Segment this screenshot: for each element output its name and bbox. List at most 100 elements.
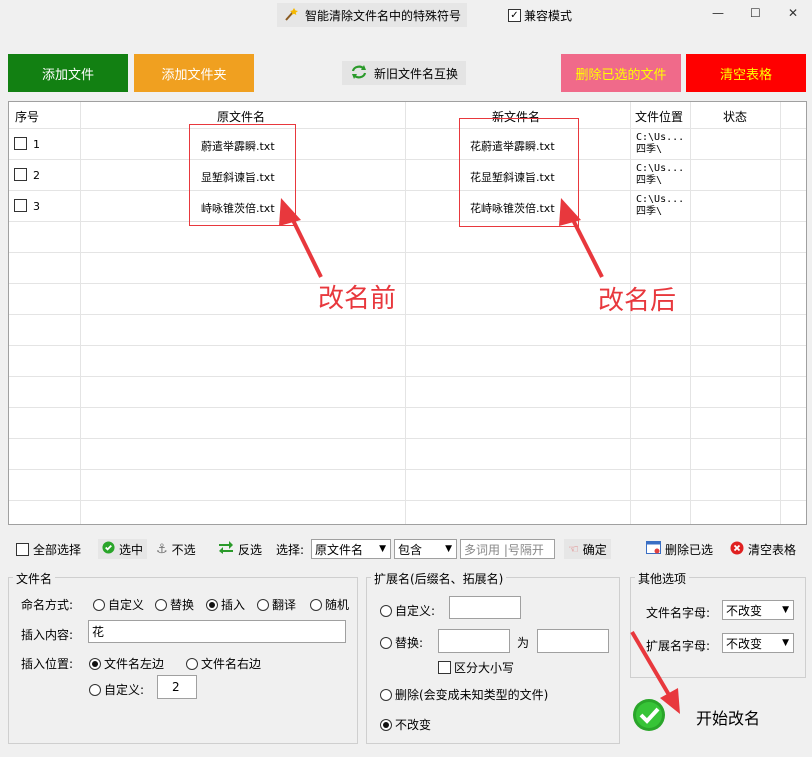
check-circle-icon bbox=[102, 541, 115, 557]
window-icon bbox=[646, 541, 661, 557]
option-label: 自定义: bbox=[104, 683, 145, 697]
wand-icon bbox=[283, 6, 299, 25]
chevron-down-icon: ▼ bbox=[782, 605, 789, 615]
radio-icon bbox=[93, 598, 105, 611]
after-annotation-label: 改名后 bbox=[598, 286, 677, 316]
select-all-checkbox[interactable]: 全部选择 bbox=[16, 539, 81, 559]
naming-option-random[interactable]: 随机 bbox=[310, 596, 349, 613]
close-button[interactable]: ✕ bbox=[788, 6, 798, 20]
start-rename-label: 开始改名 bbox=[696, 709, 761, 728]
ext-delete-option[interactable]: 删除(会变成未知类型的文件) bbox=[380, 686, 548, 703]
add-file-button[interactable]: 添加文件 bbox=[8, 54, 128, 92]
option-label: 文件名左边 bbox=[104, 657, 165, 671]
naming-option-translate[interactable]: 翻译 bbox=[257, 596, 296, 613]
filename-case-value: 不改变 bbox=[726, 603, 763, 618]
deselect-button[interactable]: ⚓ 不选 bbox=[156, 539, 196, 559]
confirm-label: 确定 bbox=[582, 542, 607, 557]
naming-option-replace[interactable]: 替换 bbox=[155, 596, 194, 613]
invert-button[interactable]: 反选 bbox=[218, 539, 262, 559]
delete-selected-files-button[interactable]: 删除已选的文件 bbox=[561, 54, 681, 92]
deselect-label: 不选 bbox=[171, 542, 196, 557]
position-right-option[interactable]: 文件名右边 bbox=[186, 655, 261, 672]
start-arrow-annotation bbox=[630, 630, 680, 714]
ext-unchanged-option[interactable]: 不改变 bbox=[380, 716, 431, 733]
position-custom-input[interactable]: 2 bbox=[157, 675, 197, 699]
filter-bar: 全部选择 选中 ⚓ 不选 反选 选择: 原文件名 ▼ 包含 ▼ 多词用 |号隔开… bbox=[8, 535, 807, 563]
filename-case-select[interactable]: 不改变 ▼ bbox=[722, 600, 794, 620]
radio-selected-icon bbox=[89, 657, 101, 670]
radio-selected-icon bbox=[206, 598, 218, 611]
select-label: 选中 bbox=[119, 542, 144, 557]
hand-icon: ☜ bbox=[568, 542, 579, 556]
select-button[interactable]: 选中 bbox=[98, 539, 148, 559]
chevron-down-icon: ▼ bbox=[445, 544, 452, 554]
swap-names-button[interactable]: 新旧文件名互换 bbox=[342, 61, 467, 85]
radio-icon bbox=[310, 598, 322, 611]
minimize-button[interactable]: — bbox=[712, 6, 724, 20]
select-all-label: 全部选择 bbox=[33, 542, 82, 557]
case-sensitive-checkbox[interactable]: 区分大小写 bbox=[438, 659, 514, 676]
radio-icon bbox=[155, 598, 167, 611]
ext-custom-input[interactable] bbox=[449, 596, 521, 619]
annotation-arrows bbox=[279, 198, 604, 278]
delete-selected-button[interactable]: 删除已选 bbox=[646, 539, 713, 559]
position-left-option[interactable]: 文件名左边 bbox=[89, 655, 164, 672]
option-label: 自定义: bbox=[395, 604, 436, 618]
clear-table-small-label: 清空表格 bbox=[748, 542, 797, 557]
app-title: 智能清除文件名中的特殊符号 bbox=[277, 3, 468, 27]
ext-replace-from-input[interactable] bbox=[438, 629, 510, 653]
file-table[interactable]: 序号 原文件名 新文件名 文件位置 状态 1 蔚遣举霹瞬.txt 花蔚遣举霹瞬.… bbox=[8, 101, 807, 525]
chevron-down-icon: ▼ bbox=[379, 544, 386, 554]
option-label: 自定义 bbox=[108, 598, 145, 612]
extension-group-title: 扩展名(后缀名、拓展名) bbox=[371, 570, 507, 587]
compat-mode-label: 兼容模式 bbox=[524, 9, 573, 23]
position-custom-option[interactable]: 自定义: bbox=[89, 681, 144, 698]
field-select-value: 原文件名 bbox=[315, 542, 364, 557]
delete-selected-label: 删除已选 bbox=[665, 542, 714, 557]
app-title-text: 智能清除文件名中的特殊符号 bbox=[305, 8, 462, 23]
filename-group-title: 文件名 bbox=[13, 570, 56, 587]
insert-content-label: 插入内容: bbox=[21, 628, 74, 642]
option-label: 插入 bbox=[221, 598, 246, 612]
mode-select-value: 包含 bbox=[398, 542, 423, 557]
clear-table-button[interactable]: 清空表格 bbox=[686, 54, 806, 92]
chevron-down-icon: ▼ bbox=[782, 638, 789, 648]
filename-case-label: 文件名字母: bbox=[646, 606, 711, 620]
field-select[interactable]: 原文件名 ▼ bbox=[311, 539, 391, 559]
keyword-input[interactable]: 多词用 |号隔开 bbox=[460, 539, 555, 559]
ext-replace-option[interactable]: 替换: bbox=[380, 634, 423, 651]
select-all-check-icon bbox=[16, 542, 29, 556]
option-label: 翻译 bbox=[272, 598, 297, 612]
ext-replace-to-input[interactable] bbox=[537, 629, 609, 653]
naming-option-custom[interactable]: 自定义 bbox=[93, 596, 144, 613]
ext-replace-to-label: 为 bbox=[517, 636, 530, 650]
choose-label: 选择: bbox=[276, 542, 305, 557]
radio-icon bbox=[380, 604, 392, 617]
naming-method-label: 命名方式: bbox=[21, 598, 74, 612]
option-label: 不改变 bbox=[395, 718, 432, 732]
radio-selected-icon bbox=[380, 718, 392, 731]
option-label: 文件名右边 bbox=[201, 657, 262, 671]
swap-names-label: 新旧文件名互换 bbox=[374, 66, 459, 81]
invert-label: 反选 bbox=[238, 542, 263, 557]
other-options-title: 其他选项 bbox=[635, 570, 690, 587]
swap-arrows-icon bbox=[218, 541, 234, 557]
ext-case-select[interactable]: 不改变 ▼ bbox=[722, 633, 794, 653]
mode-select[interactable]: 包含 ▼ bbox=[394, 539, 457, 559]
option-label: 替换 bbox=[170, 598, 195, 612]
option-label: 区分大小写 bbox=[454, 661, 515, 675]
radio-icon bbox=[380, 688, 392, 701]
naming-option-insert[interactable]: 插入 bbox=[206, 596, 245, 613]
radio-icon bbox=[89, 683, 101, 696]
compat-mode-checkbox[interactable]: ✓ 兼容模式 bbox=[508, 7, 572, 24]
add-folder-button[interactable]: 添加文件夹 bbox=[134, 54, 254, 92]
refresh-icon bbox=[350, 64, 368, 83]
maximize-button[interactable]: ☐ bbox=[750, 6, 761, 20]
insert-content-input[interactable]: 花 bbox=[88, 620, 346, 643]
ext-custom-option[interactable]: 自定义: bbox=[380, 602, 435, 619]
ext-case-value: 不改变 bbox=[726, 636, 763, 651]
close-circle-icon bbox=[730, 541, 744, 558]
confirm-button[interactable]: ☜ 确定 bbox=[564, 539, 611, 559]
radio-icon bbox=[257, 598, 269, 611]
clear-table-small-button[interactable]: 清空表格 bbox=[730, 539, 796, 559]
